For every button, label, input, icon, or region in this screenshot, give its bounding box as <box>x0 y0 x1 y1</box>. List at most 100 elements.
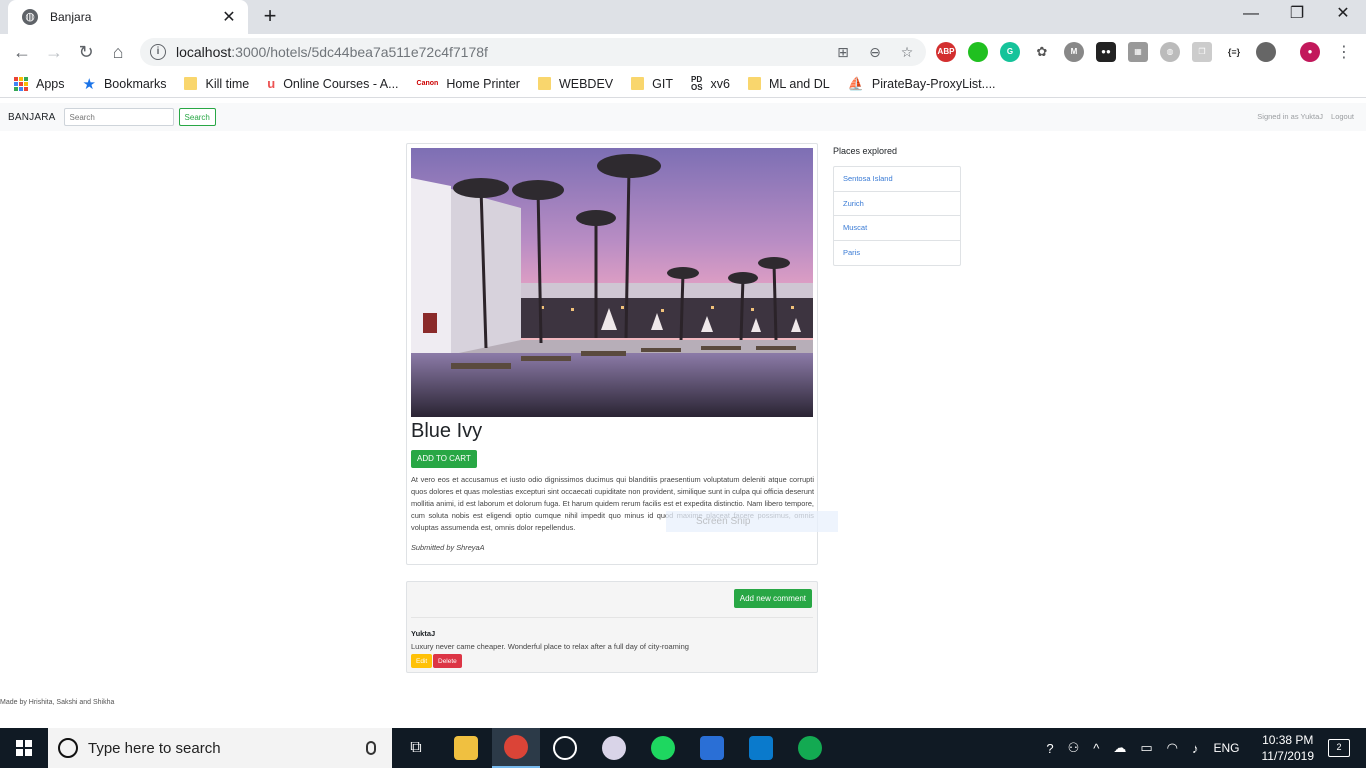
extension-m-icon[interactable]: M <box>1064 42 1084 62</box>
bookmark-online-courses[interactable]: u Online Courses - A... <box>267 76 398 91</box>
bookmark-label: Home Printer <box>446 76 520 91</box>
close-window-icon[interactable]: ✕ <box>1320 0 1366 30</box>
bookmark-kill-time[interactable]: Kill time <box>184 77 249 91</box>
new-tab-icon[interactable]: + <box>258 4 282 28</box>
bookmark-label: GIT <box>652 76 673 91</box>
place-item-muscat[interactable]: Muscat <box>834 216 960 241</box>
tab-title: Banjara <box>50 10 92 24</box>
json-formatter-icon[interactable]: {≡} <box>1224 42 1244 62</box>
bookmark-label: WEBDEV <box>558 76 614 91</box>
file-explorer-icon[interactable] <box>442 728 490 768</box>
extension-keyboard-icon[interactable]: ▦ <box>1128 42 1148 62</box>
brand-logo[interactable]: BANJARA <box>8 112 56 123</box>
close-tab-icon[interactable]: ✕ <box>220 7 238 27</box>
apps-grid-icon <box>14 76 28 91</box>
profile-avatar-icon[interactable]: ● <box>1300 42 1320 62</box>
extension-green-icon[interactable] <box>968 42 988 62</box>
edit-comment-button[interactable]: Edit <box>411 654 433 668</box>
bookmark-ml-dl[interactable]: ML and DL <box>748 77 830 91</box>
places-title: Places explored <box>833 146 898 156</box>
place-item-sentosa-island[interactable]: Sentosa Island <box>834 167 960 192</box>
udemy-icon: u <box>267 76 276 91</box>
taskbar-search-box[interactable]: Type here to search <box>48 728 392 768</box>
microphone-icon[interactable] <box>366 741 376 755</box>
bookmark-star-icon[interactable]: ☆ <box>898 43 916 61</box>
cloud-icon[interactable]: ☁ <box>1113 740 1126 756</box>
add-comment-button[interactable]: Add new comment <box>733 589 812 608</box>
bookmark-apps[interactable]: Apps <box>14 76 65 91</box>
browser-tab[interactable]: ◍ Banjara ✕ <box>8 0 248 34</box>
submitted-by: Submitted by ShreyaA <box>411 543 485 552</box>
zoom-icon[interactable]: ⊖ <box>866 43 884 61</box>
reload-icon[interactable]: ↻ <box>73 39 99 65</box>
wifi-icon[interactable]: ◠ <box>1167 740 1178 756</box>
task-view-icon[interactable]: ⧉ <box>392 728 440 768</box>
search-button[interactable]: Search <box>178 108 216 126</box>
signed-in-text: Signed in as YuktaJ <box>1257 112 1324 121</box>
help-icon[interactable]: ? <box>1046 741 1053 756</box>
battery-icon[interactable]: ▭ <box>1140 740 1152 756</box>
windows-taskbar: Type here to search ⧉ ? ⚇ ^ ☁ ▭ ◠ ♪ ENG … <box>0 728 1366 768</box>
place-item-zurich[interactable]: Zurich <box>834 192 960 216</box>
language-indicator[interactable]: ENG <box>1213 741 1239 755</box>
start-button[interactable] <box>0 728 48 768</box>
translate-icon[interactable]: ⊞ <box>834 43 852 61</box>
delete-comment-button[interactable]: Delete <box>433 654 462 668</box>
address-bar[interactable]: i localhost:3000/hotels/5dc44bea7a511e72… <box>140 38 926 66</box>
clock-time: 10:38 PM <box>1262 733 1314 747</box>
notification-center-icon[interactable]: 2 <box>1328 739 1350 757</box>
screen-snip-overlay: Screen Snip <box>666 511 838 532</box>
bookmark-piratebay[interactable]: ⛵ PirateBay-ProxyList.... <box>848 76 996 92</box>
home-icon[interactable]: ⌂ <box>105 39 131 65</box>
comment-author: YuktaJ <box>411 629 436 638</box>
minimize-icon[interactable]: — <box>1228 0 1274 30</box>
url-path: :3000/hotels/5dc44bea7a511e72c4f7178f <box>231 44 488 60</box>
bookmark-label: PirateBay-ProxyList.... <box>871 76 996 91</box>
vscode-icon[interactable] <box>737 728 785 768</box>
folder-icon <box>537 77 551 90</box>
bookmark-home-printer[interactable]: Canon Home Printer <box>417 77 520 91</box>
bookmark-label: Bookmarks <box>103 76 167 91</box>
hotel-name: Blue Ivy <box>411 420 483 442</box>
volume-mute-icon[interactable]: ♪ <box>1192 741 1199 756</box>
extension-dots-icon[interactable]: ●● <box>1096 42 1116 62</box>
paint-icon[interactable] <box>590 728 638 768</box>
page-footer: Made by Hrishita, Sakshi and Shikha <box>0 699 115 706</box>
imo-icon[interactable] <box>688 728 736 768</box>
system-tray: ? ⚇ ^ ☁ ▭ ◠ ♪ ENG 10:38 PM 11/7/2019 2 <box>1039 728 1366 768</box>
info-icon[interactable]: i <box>150 44 166 60</box>
taskbar-search-placeholder: Type here to search <box>88 739 221 757</box>
bookmark-label: ML and DL <box>769 76 830 91</box>
people-icon[interactable]: ⚇ <box>1068 740 1080 756</box>
grammarly-icon[interactable]: G <box>1000 42 1020 62</box>
back-icon[interactable]: ← <box>9 39 35 65</box>
extension-globe-icon[interactable]: ◍ <box>1160 42 1180 62</box>
search-input[interactable] <box>63 108 174 126</box>
place-item-paris[interactable]: Paris <box>834 241 960 266</box>
bookmark-bookmarks[interactable]: ★ Bookmarks <box>83 75 167 93</box>
chevron-up-icon[interactable]: ^ <box>1093 741 1099 756</box>
chrome-taskbar-icon[interactable] <box>492 728 540 768</box>
bookmark-label: xv6 <box>710 76 730 91</box>
taskbar-clock[interactable]: 10:38 PM 11/7/2019 <box>1262 732 1315 764</box>
pdos-icon: PD OS <box>690 74 703 92</box>
add-to-cart-button[interactable]: ADD TO CART <box>411 450 477 468</box>
clock-app-icon[interactable] <box>541 728 589 768</box>
restore-icon[interactable]: ❐ <box>1274 0 1320 30</box>
extension-dark-icon[interactable] <box>1256 42 1276 62</box>
chrome-menu-icon[interactable]: ⋮ <box>1336 42 1352 62</box>
bookmarks-bar: Apps ★ Bookmarks Kill time u Online Cour… <box>0 70 1366 98</box>
extension-copy-icon[interactable]: ❐ <box>1192 42 1212 62</box>
bookmark-xv6[interactable]: PD OS xv6 <box>690 74 730 92</box>
folder-icon <box>631 77 645 90</box>
adblock-icon[interactable]: ABP <box>936 42 956 62</box>
bookmark-webdev[interactable]: WEBDEV <box>537 76 614 91</box>
spotify-icon[interactable] <box>639 728 687 768</box>
logout-link[interactable]: Logout <box>1331 112 1354 121</box>
forward-icon[interactable]: → <box>41 39 67 65</box>
bookmark-git[interactable]: GIT <box>631 77 673 91</box>
extensions-bar: ABP G ✿ M ●● ▦ ◍ ❐ {≡} ● <box>936 42 1320 62</box>
mongodb-compass-icon[interactable] <box>786 728 834 768</box>
extension-leaf-icon[interactable]: ✿ <box>1032 42 1052 62</box>
hotel-card: Blue Ivy ADD TO CART At vero eos et accu… <box>406 143 818 565</box>
